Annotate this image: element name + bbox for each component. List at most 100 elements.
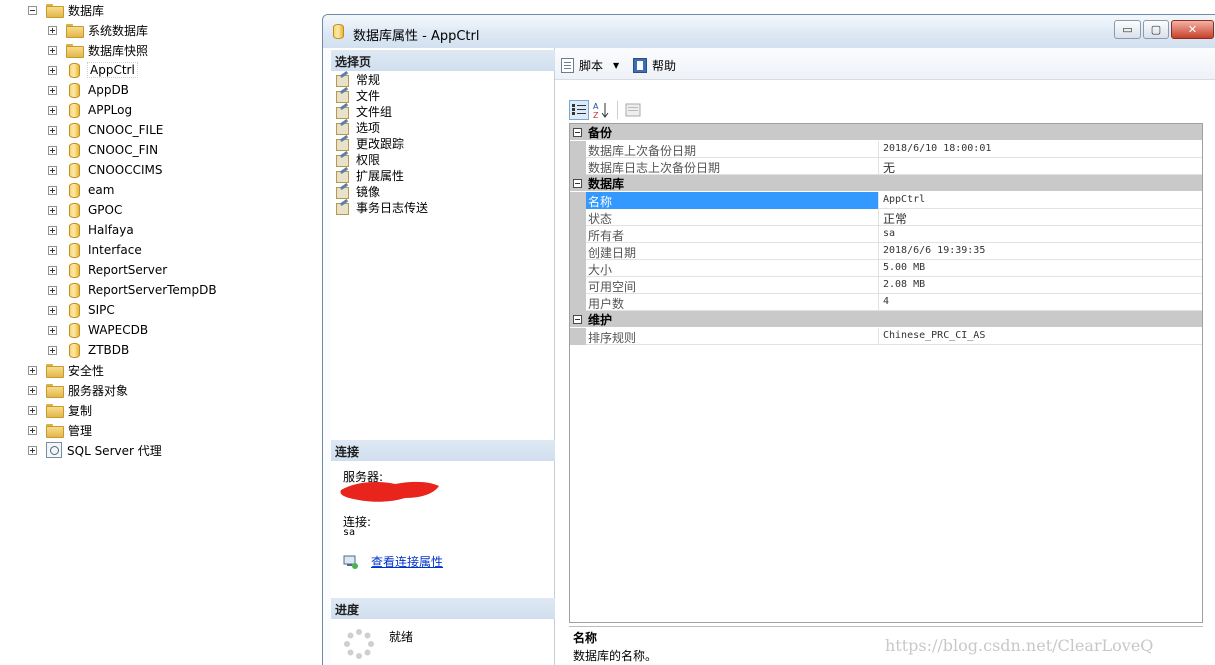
alphabetical-sort-icon[interactable]: AZ (592, 100, 612, 120)
property-pages-icon[interactable] (623, 100, 643, 120)
expand-icon[interactable] (48, 305, 57, 315)
tree-node[interactable]: SQL Server 代理 (28, 440, 162, 460)
property-value[interactable]: AppCtrl (880, 192, 1202, 209)
minimize-button[interactable]: ▭ (1114, 20, 1141, 39)
expand-icon[interactable] (28, 405, 37, 415)
tree-node-label: 系统数据库 (88, 23, 149, 38)
redaction-scribble (340, 481, 439, 502)
tree-node-label: ZTBDB (88, 343, 130, 357)
expand-icon[interactable] (48, 145, 57, 155)
expand-icon[interactable] (48, 205, 57, 215)
tree-node[interactable]: APPLog (48, 100, 132, 120)
tree-node[interactable]: eam (48, 180, 114, 200)
select-page-item[interactable]: 常规 (335, 71, 380, 87)
property-row[interactable]: 名称 AppCtrl (570, 192, 1202, 209)
tree-node[interactable]: CNOOC_FIN (48, 140, 158, 160)
tree-node[interactable]: 数据库快照 (48, 40, 148, 60)
tree-node[interactable]: 安全性 (28, 360, 104, 380)
select-page-item[interactable]: 文件 (335, 87, 380, 103)
expand-icon[interactable] (48, 325, 57, 335)
expand-icon[interactable] (48, 245, 57, 255)
property-grid-toolbar: AZ (569, 100, 643, 120)
select-page-item[interactable]: 事务日志传送 (335, 199, 428, 215)
tree-node[interactable]: GPOC (48, 200, 122, 220)
select-page-item[interactable]: 文件组 (335, 103, 392, 119)
property-row[interactable]: 创建日期 2018/6/6 19:39:35 (570, 243, 1202, 260)
tree-node[interactable]: AppDB (48, 80, 129, 100)
categorized-view-icon[interactable] (569, 100, 589, 120)
tree-node[interactable]: WAPECDB (48, 320, 148, 340)
script-button[interactable]: 脚本 ▼ (561, 57, 619, 74)
expand-icon[interactable] (28, 365, 37, 375)
select-page-item[interactable]: 扩展属性 (335, 167, 404, 183)
property-value[interactable]: 无 (880, 158, 1202, 175)
property-row-gutter (570, 328, 586, 345)
property-value[interactable]: 5.00 MB (880, 260, 1202, 277)
expand-icon[interactable] (48, 65, 57, 75)
folder-icon (46, 4, 64, 18)
expand-icon[interactable] (48, 345, 57, 355)
tree-node-databases[interactable]: 数据库 (28, 0, 104, 20)
property-value[interactable]: 2018/6/10 18:00:01 (880, 141, 1202, 158)
select-page-item[interactable]: 更改跟踪 (335, 135, 404, 151)
expand-icon[interactable] (48, 185, 57, 195)
expand-icon[interactable] (48, 125, 57, 135)
tree-node[interactable]: Halfaya (48, 220, 134, 240)
close-button[interactable]: ✕ (1171, 20, 1214, 39)
property-value[interactable]: 2018/6/6 19:39:35 (880, 243, 1202, 260)
collapse-icon[interactable] (573, 127, 582, 137)
property-row[interactable]: 大小 5.00 MB (570, 260, 1202, 277)
tree-node[interactable]: CNOOC_FILE (48, 120, 163, 140)
expand-icon[interactable] (48, 85, 57, 95)
select-page-item[interactable]: 选项 (335, 119, 380, 135)
tree-node[interactable]: ReportServer (48, 260, 167, 280)
maximize-button[interactable]: ▢ (1143, 20, 1169, 39)
tree-node[interactable]: 系统数据库 (48, 20, 148, 40)
property-category[interactable]: 数据库 (570, 175, 1202, 191)
tree-node[interactable]: Interface (48, 240, 142, 260)
tree-node[interactable]: ReportServerTempDB (48, 280, 217, 300)
expand-icon[interactable] (48, 105, 57, 115)
property-value[interactable]: Chinese_PRC_CI_AS (880, 328, 1202, 345)
tree-node[interactable]: 复制 (28, 400, 92, 420)
tree-node[interactable]: ZTBDB (48, 340, 129, 360)
property-value[interactable]: 4 (880, 294, 1202, 311)
property-row[interactable]: 用户数 4 (570, 294, 1202, 311)
expand-icon[interactable] (28, 425, 37, 435)
property-row[interactable]: 可用空间 2.08 MB (570, 277, 1202, 294)
property-row[interactable]: 所有者 sa (570, 226, 1202, 243)
expand-icon[interactable] (48, 265, 57, 275)
property-row[interactable]: 排序规则 Chinese_PRC_CI_AS (570, 328, 1202, 345)
expand-icon[interactable] (48, 285, 57, 295)
collapse-icon[interactable] (573, 314, 582, 324)
tree-node-label: AppDB (88, 83, 129, 97)
select-page-item[interactable]: 权限 (335, 151, 380, 167)
database-icon (69, 122, 80, 138)
property-category[interactable]: 备份 (570, 124, 1202, 140)
property-row[interactable]: 数据库上次备份日期 2018/6/10 18:00:01 (570, 141, 1202, 158)
tree-node[interactable]: 服务器对象 (28, 380, 128, 400)
collapse-icon[interactable] (28, 5, 37, 15)
view-connection-properties-link[interactable]: 查看连接属性 (371, 553, 443, 570)
property-row[interactable]: 状态 正常 (570, 209, 1202, 226)
property-row[interactable]: 数据库日志上次备份日期无 (570, 158, 1202, 175)
expand-icon[interactable] (48, 225, 57, 235)
expand-icon[interactable] (28, 385, 37, 395)
expand-icon[interactable] (48, 165, 57, 175)
tree-node[interactable]: 管理 (28, 420, 92, 440)
property-value[interactable]: sa (880, 226, 1202, 243)
expand-icon[interactable] (48, 45, 57, 55)
select-page-item[interactable]: 镜像 (335, 183, 380, 199)
tree-node[interactable]: CNOOCCIMS (48, 160, 163, 180)
expand-icon[interactable] (48, 25, 57, 35)
tree-node[interactable]: AppCtrl (48, 60, 138, 80)
property-value[interactable]: 正常 (880, 209, 1202, 226)
tree-node[interactable]: SIPC (48, 300, 115, 320)
property-category[interactable]: 维护 (570, 311, 1202, 327)
title-bar[interactable]: 数据库属性 - AppCtrl ▭ ▢ ✕ (323, 15, 1215, 48)
select-page-label: 常规 (356, 72, 381, 87)
help-button[interactable]: 帮助 (633, 57, 676, 74)
expand-icon[interactable] (28, 445, 37, 455)
collapse-icon[interactable] (573, 178, 582, 188)
property-value[interactable]: 2.08 MB (880, 277, 1202, 294)
